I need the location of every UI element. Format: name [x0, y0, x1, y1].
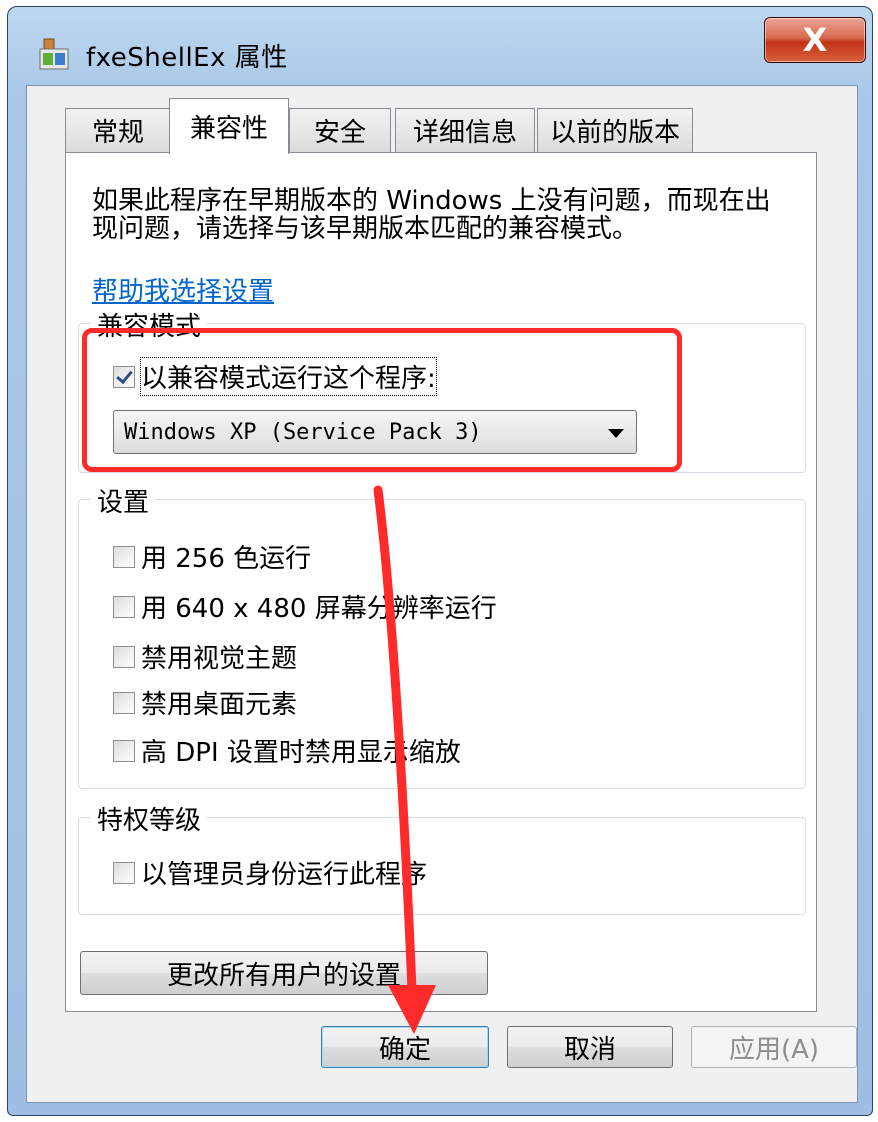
group-label: 特权等级: [91, 800, 208, 837]
tab-previous-versions[interactable]: 以前的版本: [537, 108, 693, 152]
checkbox-label: 用 640 x 480 屏幕分辨率运行: [141, 594, 497, 624]
description-text: 如果此程序在早期版本的 Windows 上没有问题，而现在出 现问题，请选择与该…: [92, 187, 812, 243]
checkbox-icon[interactable]: [113, 645, 135, 668]
checkbox-icon[interactable]: [113, 595, 135, 618]
checkbox-icon[interactable]: [113, 739, 135, 762]
close-icon: X: [802, 21, 828, 59]
checkbox-label: 禁用视觉主题: [141, 644, 298, 674]
tab-details[interactable]: 详细信息: [395, 108, 535, 152]
group-label: 兼容模式: [91, 306, 208, 343]
setting-disable-dpi-scaling[interactable]: 高 DPI 设置时禁用显示缩放: [113, 732, 461, 769]
settings-group: 设置 用 256 色运行 用 640 x 480 屏幕分辨率运行 禁用视觉主题 …: [78, 482, 806, 789]
title-bar[interactable]: fxeShellEx 属性 X: [8, 7, 872, 85]
change-all-users-button[interactable]: 更改所有用户的设置: [80, 951, 488, 995]
chevron-down-icon: [608, 429, 624, 438]
setting-640x480[interactable]: 用 640 x 480 屏幕分辨率运行: [113, 588, 497, 625]
checkbox-label: 禁用桌面元素: [141, 690, 298, 720]
checkbox-icon[interactable]: [113, 545, 135, 568]
tab-compatibility[interactable]: 兼容性: [169, 98, 289, 154]
setting-256-colors[interactable]: 用 256 色运行: [113, 538, 311, 575]
compatibility-page: 如果此程序在早期版本的 Windows 上没有问题，而现在出 现问题，请选择与该…: [65, 152, 817, 1012]
compat-mode-group: 兼容模式 以兼容模式运行这个程序: Windows XP (Service Pa…: [78, 306, 806, 473]
tab-label: 详细信息: [412, 118, 517, 148]
checkbox-label: 以兼容模式运行这个程序:: [140, 357, 437, 396]
checkbox-icon[interactable]: [113, 691, 135, 714]
checkbox-label: 以管理员身份运行此程序: [141, 860, 428, 890]
setting-disable-desktop-composition[interactable]: 禁用桌面元素: [113, 684, 297, 721]
checkbox-icon[interactable]: [113, 365, 135, 388]
description-line: 如果此程序在早期版本的 Windows 上没有问题，而现在出: [92, 186, 771, 216]
tab-label: 以前的版本: [549, 118, 680, 148]
description-line: 现问题，请选择与该早期版本匹配的兼容模式。: [92, 214, 639, 244]
compat-mode-checkbox[interactable]: 以兼容模式运行这个程序:: [113, 357, 437, 396]
tab-label: 常规: [91, 118, 144, 148]
help-link[interactable]: 帮助我选择设置: [92, 271, 274, 308]
window-title: fxeShellEx 属性: [86, 43, 288, 73]
dialog-client-area: 常规 兼容性 安全 详细信息 以前的版本 如果此程序在早期版本的 Windows…: [26, 85, 858, 1103]
setting-disable-visual-themes[interactable]: 禁用视觉主题: [113, 638, 297, 675]
tab-general[interactable]: 常规: [65, 108, 171, 152]
run-as-admin-checkbox[interactable]: 以管理员身份运行此程序: [113, 854, 427, 891]
checkbox-icon[interactable]: [113, 861, 135, 884]
tab-label: 兼容性: [189, 114, 268, 144]
properties-window: fxeShellEx 属性 X 常规 兼容性 安全 详细信息 以前的版本 如果此…: [7, 6, 873, 1116]
select-value: Windows XP (Service Pack 3): [124, 419, 482, 445]
checkbox-label: 用 256 色运行: [141, 544, 312, 574]
os-version-select[interactable]: Windows XP (Service Pack 3): [113, 410, 637, 454]
cancel-button[interactable]: 取消: [507, 1026, 673, 1068]
app-icon: [39, 38, 69, 70]
tab-security[interactable]: 安全: [289, 108, 391, 152]
ok-button[interactable]: 确定: [321, 1026, 489, 1068]
close-button[interactable]: X: [764, 17, 866, 63]
privilege-level-group: 特权等级 以管理员身份运行此程序: [78, 800, 806, 915]
checkbox-label: 高 DPI 设置时禁用显示缩放: [141, 738, 461, 768]
apply-button: 应用(A): [691, 1026, 857, 1068]
tab-label: 安全: [313, 118, 366, 148]
group-label: 设置: [91, 482, 156, 519]
